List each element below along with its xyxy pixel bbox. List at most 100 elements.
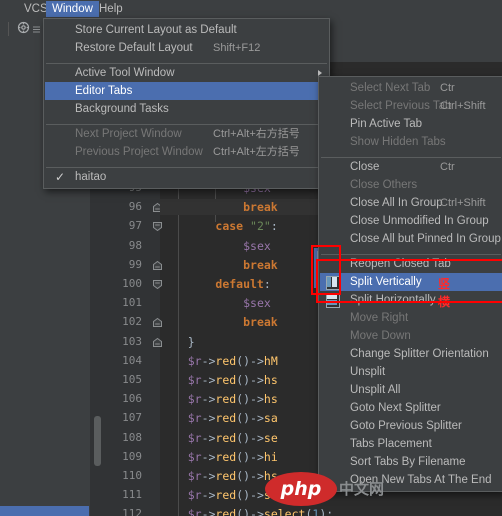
menu-item-reopen-closed-tab[interactable]: Reopen Closed Tab <box>320 255 502 273</box>
menu-item-editor-tabs[interactable]: Editor Tabs <box>45 82 328 100</box>
code-token: -> <box>201 430 216 445</box>
menu-item-move-down[interactable]: Move Down <box>320 327 502 345</box>
menu-item-unsplit[interactable]: Unsplit <box>320 363 502 381</box>
code-token: -> <box>201 449 216 464</box>
code-token: red <box>215 449 237 464</box>
menu-item-label: Change Splitter Orientation <box>350 348 489 360</box>
menu-item-label: Show Hidden Tabs <box>350 136 446 148</box>
code-token: $r <box>187 507 202 516</box>
menu-item-shortcut: Ctrl+Alt+左方括号 <box>213 146 300 158</box>
gutter-line-number: 100 <box>122 277 142 290</box>
toolbar-overflow-icon[interactable] <box>33 24 40 33</box>
code-token: $r <box>187 469 202 483</box>
ide-window: VCS Window Help php × my_wechat.php × <box>0 0 502 516</box>
code-token: ()-> <box>236 449 264 464</box>
checkmark-icon: ✓ <box>55 170 66 184</box>
code-token: : <box>270 219 278 234</box>
code-token: red <box>215 353 237 368</box>
code-token: red <box>215 469 237 483</box>
code-token: default <box>215 277 264 291</box>
code-token: break <box>243 315 278 330</box>
gutter-line-number: 101 <box>122 296 142 310</box>
code-token: $r <box>187 411 202 426</box>
editor-tabs-submenu: Select Next Tab Ctr Select Previous Tab Ctr… <box>318 76 502 492</box>
menu-item-label: Sort Tabs By Filename <box>350 456 466 468</box>
menu-item-previous-project-window[interactable]: Previous Project Window Ctrl+Alt+左方括号 <box>45 143 328 161</box>
menu-item-store-current-layout-as-default[interactable]: Store Current Layout as Default <box>45 21 328 39</box>
menu-item-label: Move Right <box>350 312 409 324</box>
code-line[interactable]: $r->red()->select(1); <box>160 506 502 516</box>
split-horizontal-icon <box>326 294 340 308</box>
code-token: hs <box>263 373 278 387</box>
code-token: select <box>263 507 306 516</box>
menu-item-close-others[interactable]: Close Others <box>320 176 502 194</box>
toolbar-divider <box>8 22 9 36</box>
menu-item-label: Close Unmodified In Group <box>350 215 489 227</box>
menu-item-label: Next Project Window <box>75 128 182 140</box>
menu-item-split-vertically[interactable]: Split Vertically 竖 <box>320 273 502 291</box>
gutter-line-number: 109 <box>122 449 142 463</box>
code-token: red <box>215 430 237 445</box>
code-token: red <box>215 507 237 516</box>
menu-item-background-tasks[interactable]: Background Tasks <box>45 100 328 118</box>
menubar-item-help[interactable]: Help <box>93 1 129 17</box>
menu-item-label: Active Tool Window <box>75 67 175 79</box>
menu-item-split-horizontally[interactable]: Split Horizontally 横 <box>320 291 502 309</box>
code-token: ()-> <box>236 392 264 407</box>
menu-item-active-tool-window[interactable]: Active Tool Window <box>45 64 328 82</box>
php-watermark: php 中文网 <box>265 472 425 506</box>
gutter-line-number: 96 <box>128 200 142 214</box>
menu-item-label: Close <box>350 161 380 173</box>
gutter-line-number: 102 <box>122 315 142 329</box>
gutter-line-number: 98 <box>128 238 142 252</box>
menu-item-move-right[interactable]: Move Right <box>320 309 502 327</box>
menu-item-goto-previous-splitter[interactable]: Goto Previous Splitter <box>320 417 502 435</box>
settings-gear-icon[interactable] <box>17 21 30 34</box>
code-token: red <box>215 373 237 387</box>
menu-item-haitao[interactable]: ✓ haitao <box>45 168 328 186</box>
menu-item-close-unmodified-in-group[interactable]: Close Unmodified In Group <box>320 212 502 230</box>
menu-item-label: Unsplit All <box>350 384 401 396</box>
menu-item-next-project-window[interactable]: Next Project Window Ctrl+Alt+右方括号 <box>45 125 328 143</box>
menu-item-change-splitter-orientation[interactable]: Change Splitter Orientation <box>320 345 502 363</box>
menu-item-restore-default-layout[interactable]: Restore Default Layout Shift+F12 <box>45 39 328 57</box>
menu-item-label: Goto Previous Splitter <box>350 420 462 432</box>
menu-item-pin-active-tab[interactable]: Pin Active Tab <box>320 115 502 133</box>
code-token: case <box>215 219 244 234</box>
code-token: ()-> <box>236 488 264 503</box>
menu-item-label: haitao <box>75 171 107 183</box>
menu-item-shortcut: Shift+F12 <box>213 42 261 54</box>
menu-item-label: Split Horizontally <box>350 294 436 306</box>
menu-item-tabs-placement[interactable]: Tabs Placement <box>320 435 502 453</box>
menu-item-close-all-in-group[interactable]: Close All In Group Ctrl+Shift <box>320 194 502 212</box>
code-token: $r <box>187 353 202 368</box>
menu-item-unsplit-all[interactable]: Unsplit All <box>320 381 502 399</box>
menubar-item-window[interactable]: Window <box>46 1 99 17</box>
gutter-line-number: 99 <box>128 257 142 271</box>
menu-item-select-next-tab[interactable]: Select Next Tab Ctr <box>320 79 502 97</box>
menu-item-goto-next-splitter[interactable]: Goto Next Splitter <box>320 399 502 417</box>
gutter-line-number: 97 <box>128 219 142 233</box>
menu-item-label: Pin Active Tab <box>350 118 423 130</box>
menu-item-label: Goto Next Splitter <box>350 402 441 414</box>
menu-item-close[interactable]: Close Ctr <box>320 158 502 176</box>
menu-item-show-hidden-tabs[interactable]: Show Hidden Tabs <box>320 133 502 151</box>
code-token: ()-> <box>236 353 264 368</box>
menu-item-close-all-but-pinned-in-group[interactable]: Close All but Pinned In Group <box>320 230 502 248</box>
code-token: se <box>263 430 278 445</box>
code-token: -> <box>201 411 216 426</box>
menu-item-select-previous-tab[interactable]: Select Previous Tab Ctrl+Shift <box>320 97 502 115</box>
menu-item-sort-tabs-by-filename[interactable]: Sort Tabs By Filename <box>320 453 502 471</box>
code-token: -> <box>201 373 216 387</box>
